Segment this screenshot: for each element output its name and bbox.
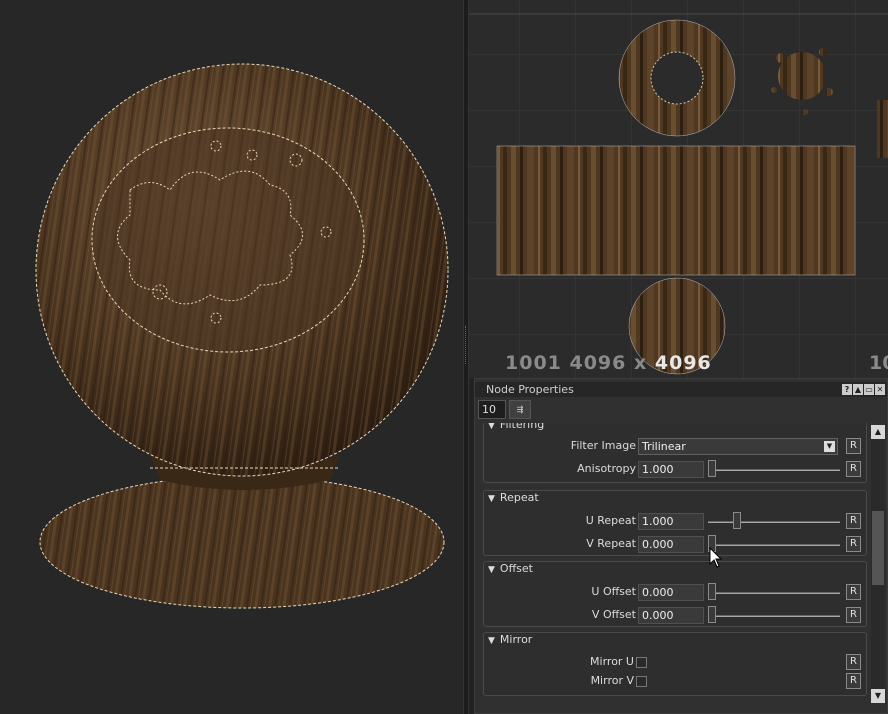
filtering-group-title[interactable]: ▼ Filtering (488, 423, 544, 431)
v-offset-slider-thumb[interactable] (708, 606, 716, 623)
node-options-button[interactable]: ⇶ (509, 400, 531, 419)
filtering-group: ▼ Filtering Filter Image Trilinear ▼ R An… (483, 423, 867, 483)
mirror-u-label: Mirror U (590, 655, 634, 668)
u-repeat-input[interactable]: 1.000 (638, 513, 704, 530)
filter-image-dropdown[interactable]: Trilinear ▼ (638, 438, 838, 455)
scroll-up-icon[interactable]: ▲ (871, 425, 885, 439)
mirror-v-label: Mirror V (590, 674, 634, 687)
3d-viewport[interactable] (0, 0, 463, 714)
repeat-group: ▼ Repeat U Repeat 1.000 R V Repeat 0.000 … (483, 490, 867, 556)
close-button[interactable]: ✕ (875, 384, 885, 395)
collapse-button[interactable]: ▲ (853, 384, 863, 395)
anisotropy-input[interactable]: 1.000 (638, 461, 704, 478)
panel-header: Node Properties ? ▲ ▭ ✕ (475, 382, 887, 397)
offset-group-title[interactable]: ▼ Offset (488, 562, 533, 575)
u-offset-slider-thumb[interactable] (708, 583, 716, 600)
uv-viewport[interactable]: 1001 4096 x 4096 10 (469, 0, 888, 378)
splitter-grip[interactable] (465, 326, 467, 364)
v-repeat-reset-button[interactable]: R (846, 536, 861, 552)
mirror-u-row: Mirror U R (484, 653, 867, 673)
u-offset-label: U Offset (591, 585, 636, 598)
help-button[interactable]: ? (842, 384, 852, 395)
anisotropy-label: Anisotropy (577, 462, 636, 475)
mirror-u-reset-button[interactable]: R (846, 654, 861, 670)
u-offset-input[interactable]: 0.000 (638, 584, 704, 601)
v-repeat-input[interactable]: 0.000 (638, 536, 704, 553)
mirror-u-checkbox[interactable] (636, 657, 647, 668)
repeat-group-title[interactable]: ▼ Repeat (488, 491, 539, 504)
mirror-v-row: Mirror V R (484, 672, 867, 692)
v-offset-slider-track[interactable] (708, 615, 840, 617)
mirror-group: ▼ Mirror Mirror U R Mirror V R (483, 632, 867, 696)
v-repeat-slider-track[interactable] (708, 544, 840, 546)
dropdown-arrow-icon: ▼ (824, 441, 835, 452)
u-repeat-slider-track[interactable] (708, 521, 840, 523)
uv-texture-layout (469, 0, 888, 378)
expand-triangle-icon: ▼ (488, 565, 495, 575)
expand-triangle-icon: ▼ (488, 423, 495, 431)
mouse-cursor-icon (709, 547, 723, 568)
u-offset-reset-button[interactable]: R (846, 584, 861, 600)
v-repeat-label: V Repeat (586, 537, 636, 550)
v-offset-row: V Offset 0.000 R (484, 606, 867, 626)
history-count-field[interactable]: 10 (478, 400, 506, 419)
u-offset-slider-track[interactable] (708, 592, 840, 594)
material-preview-sphere (35, 63, 449, 609)
node-properties-panel: Node Properties ? ▲ ▭ ✕ 10 ⇶ ▼ Filtering … (474, 378, 888, 714)
u-repeat-slider-thumb[interactable] (732, 512, 741, 529)
filter-image-value: Trilinear (642, 440, 686, 453)
properties-scroll-area[interactable]: ▼ Filtering Filter Image Trilinear ▼ R An… (483, 423, 867, 703)
anisotropy-slider-track[interactable] (708, 469, 840, 471)
u-offset-row: U Offset 0.000 R (484, 583, 867, 603)
expand-triangle-icon: ▼ (488, 636, 495, 646)
anisotropy-reset-button[interactable]: R (846, 461, 861, 477)
uv-next-tile-label: 10 (869, 352, 888, 374)
filter-image-label: Filter Image (570, 439, 636, 452)
scroll-down-icon[interactable]: ▼ (871, 689, 885, 703)
mirror-v-reset-button[interactable]: R (846, 673, 861, 689)
panel-title: Node Properties (486, 383, 574, 396)
scrollbar-thumb[interactable] (872, 511, 884, 585)
v-offset-label: V Offset (591, 608, 636, 621)
v-offset-input[interactable]: 0.000 (638, 607, 704, 624)
u-repeat-reset-button[interactable]: R (846, 513, 861, 529)
filter-image-reset-button[interactable]: R (846, 438, 861, 454)
properties-scrollbar[interactable]: ▲ ▼ (871, 425, 885, 703)
filter-image-row: Filter Image Trilinear ▼ R (484, 437, 867, 457)
uv-tile-size: 4096 (654, 352, 712, 374)
v-offset-reset-button[interactable]: R (846, 607, 861, 623)
expand-triangle-icon: ▼ (488, 494, 495, 504)
offset-group: ▼ Offset U Offset 0.000 R V Offset 0.000 … (483, 561, 867, 627)
anisotropy-row: Anisotropy 1.000 R (484, 460, 867, 480)
uv-tile-label: 1001 4096 x 4096 (505, 352, 712, 374)
u-repeat-label: U Repeat (585, 514, 636, 527)
float-button[interactable]: ▭ (864, 384, 874, 395)
mirror-group-title[interactable]: ▼ Mirror (488, 633, 532, 646)
v-repeat-row: V Repeat 0.000 R (484, 535, 867, 555)
mirror-v-checkbox[interactable] (636, 676, 647, 687)
u-repeat-row: U Repeat 1.000 R (484, 512, 867, 532)
anisotropy-slider-thumb[interactable] (708, 460, 716, 477)
